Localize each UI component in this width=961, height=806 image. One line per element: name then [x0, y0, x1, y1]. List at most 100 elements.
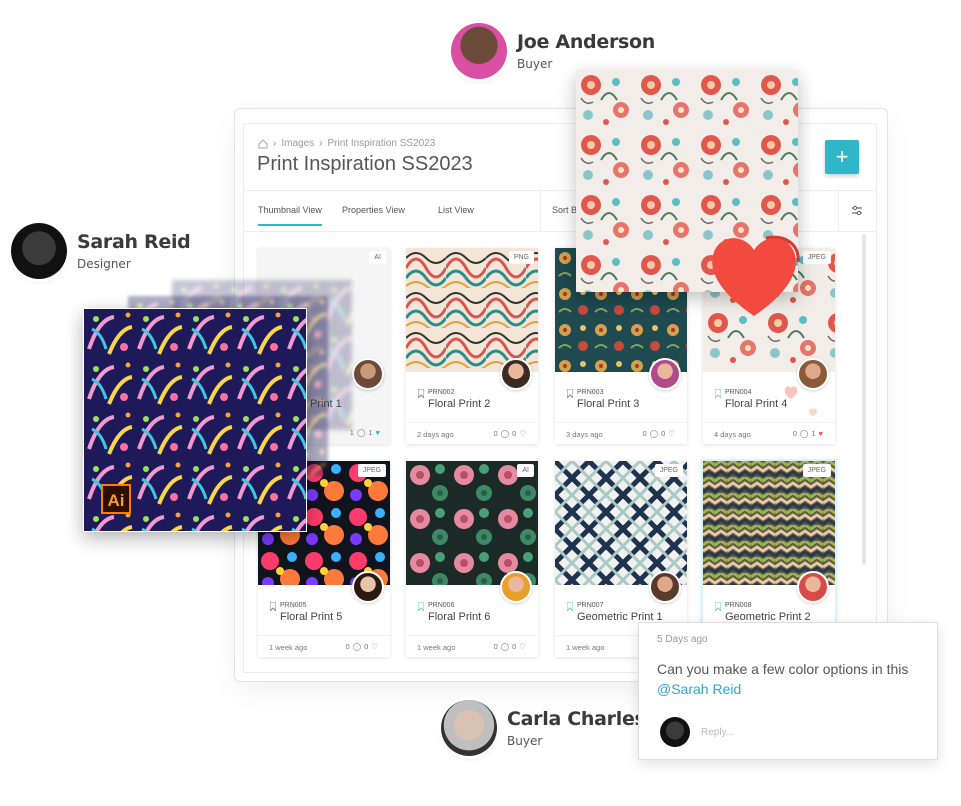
persona-role: Designer — [77, 257, 131, 271]
reply-input[interactable]: Reply... — [701, 727, 734, 738]
heart-icon[interactable]: ♥ — [819, 429, 823, 438]
print-age: 2 days ago — [417, 430, 454, 439]
format-badge: JPEG — [802, 464, 831, 477]
print-code: PRN004 — [725, 389, 752, 396]
print-thumbnail[interactable] — [555, 461, 687, 585]
format-badge: AI — [517, 464, 534, 477]
bookmark-icon[interactable] — [567, 602, 573, 611]
print-name: Floral Print 2 — [428, 398, 491, 410]
card-footer: 2 days ago 0 ◯ 0 ♡ — [406, 422, 538, 445]
bookmark-icon[interactable] — [567, 389, 573, 398]
card-footer: 3 days ago 0 ◯ 0 ♡ — [555, 422, 687, 445]
like-count: 0 — [364, 642, 369, 651]
breadcrumb-images[interactable]: Images — [281, 138, 314, 149]
bookmark-icon[interactable] — [418, 389, 424, 398]
comment-icon[interactable]: ◯ — [501, 642, 509, 651]
print-name: Floral Print 5 — [280, 611, 343, 623]
like-count: 0 — [512, 429, 517, 438]
comment-body: Can you make a few color options in this — [657, 661, 909, 677]
bookmark-icon[interactable] — [418, 602, 424, 611]
like-count: 1 — [811, 429, 816, 438]
format-badge: JPEG — [654, 464, 683, 477]
like-count: 0 — [512, 642, 517, 651]
print-code: PRN005 — [280, 602, 307, 609]
heart-icon[interactable]: ♥ — [376, 428, 380, 437]
tab-list-view[interactable]: List View — [438, 205, 474, 215]
comment-count: 0 — [345, 642, 350, 651]
print-thumbnail[interactable] — [703, 461, 835, 585]
comment-count: 0 — [642, 429, 647, 438]
print-name: Floral Print 4 — [725, 398, 788, 410]
bookmark-icon[interactable] — [715, 389, 721, 398]
card-counts: 0 ◯ 0 ♡ — [643, 429, 675, 438]
comment-icon[interactable]: ◯ — [800, 429, 808, 438]
format-badge: JPEG — [357, 464, 386, 477]
comment-text: Can you make a few color options in this… — [657, 659, 927, 699]
persona-carla-charles: Carla Charles Buyer — [441, 700, 646, 756]
persona-role: Buyer — [507, 734, 543, 748]
sarah-reid-avatar — [11, 223, 67, 279]
print-thumbnail[interactable] — [406, 461, 538, 585]
heart-icon — [712, 235, 800, 316]
dragged-ai-image[interactable]: Ai — [83, 308, 307, 532]
print-card[interactable]: PNG PRN002 Floral Print 2 2 days ago 0 ◯ … — [406, 248, 538, 444]
owner-avatar — [352, 571, 384, 603]
heart-icon[interactable]: ♡ — [519, 429, 526, 438]
comment-count: 0 — [493, 642, 498, 651]
print-code: PRN008 — [725, 602, 752, 609]
card-counts: 0 ◯ 0 ♡ — [494, 642, 526, 651]
format-badge: AI — [369, 251, 386, 264]
mention-link[interactable]: @Sarah Reid — [657, 681, 741, 697]
heart-icon[interactable]: ♡ — [519, 642, 526, 651]
like-count: 1 — [368, 428, 373, 437]
breadcrumb-current: Print Inspiration SS2023 — [327, 138, 436, 149]
persona-name: Sarah Reid — [77, 231, 191, 253]
print-code: PRN006 — [428, 602, 455, 609]
print-age: 1 week ago — [269, 643, 308, 652]
owner-avatar — [352, 358, 384, 390]
heart-icon[interactable]: ♡ — [668, 429, 675, 438]
print-age: 1 week ago — [417, 643, 456, 652]
breadcrumb: › Images › Print Inspiration SS2023 — [258, 138, 435, 149]
persona-sarah-reid: Sarah Reid Designer — [11, 223, 191, 279]
comment-popover: 5 Days ago Can you make a few color opti… — [638, 622, 938, 760]
divider — [540, 191, 541, 231]
bookmark-icon[interactable] — [270, 602, 276, 611]
print-thumbnail[interactable] — [406, 248, 538, 372]
print-code: PRN003 — [577, 389, 604, 396]
scrollbar[interactable] — [862, 234, 866, 564]
print-age: 4 days ago — [714, 430, 751, 439]
filter-icon[interactable] — [850, 204, 864, 218]
card-counts: 0 ◯ 1 ♥ — [793, 429, 823, 438]
print-name: Floral Print 6 — [428, 611, 491, 623]
home-icon[interactable] — [258, 138, 268, 149]
comment-icon[interactable]: ◯ — [357, 428, 365, 437]
print-name: Floral Print 3 — [577, 398, 640, 410]
format-badge: PNG — [508, 251, 534, 264]
card-footer: 1 week ago 0 ◯ 0 ♡ — [406, 635, 538, 658]
owner-avatar — [797, 358, 829, 390]
comment-count: 0 — [792, 429, 797, 438]
add-button[interactable]: + — [825, 140, 859, 174]
comment-icon[interactable]: ◯ — [650, 429, 658, 438]
owner-avatar — [500, 571, 532, 603]
comment-icon[interactable]: ◯ — [353, 642, 361, 651]
tab-thumbnail-view[interactable]: Thumbnail View — [258, 205, 322, 226]
heart-icon[interactable]: ♡ — [371, 642, 378, 651]
joe-anderson-avatar — [451, 23, 507, 79]
owner-avatar — [797, 571, 829, 603]
card-counts: 1 ◯ 1 ♥ — [350, 428, 380, 437]
persona-name: Carla Charles — [507, 708, 646, 730]
comment-count: 0 — [493, 429, 498, 438]
heart-icon — [784, 386, 798, 399]
comment-icon[interactable]: ◯ — [501, 429, 509, 438]
illustrator-file-icon: Ai — [101, 484, 131, 514]
reply-avatar — [660, 717, 690, 747]
card-footer: 1 week ago 0 ◯ 0 ♡ — [258, 635, 390, 658]
persona-role: Buyer — [517, 57, 553, 71]
print-age: 1 week ago — [566, 643, 605, 652]
print-card[interactable]: AI PRN006 Floral Print 6 1 week ago 0 ◯ 0… — [406, 461, 538, 657]
tab-properties-view[interactable]: Properties View — [342, 205, 405, 215]
page-title: Print Inspiration SS2023 — [257, 153, 473, 175]
bookmark-icon[interactable] — [715, 602, 721, 611]
